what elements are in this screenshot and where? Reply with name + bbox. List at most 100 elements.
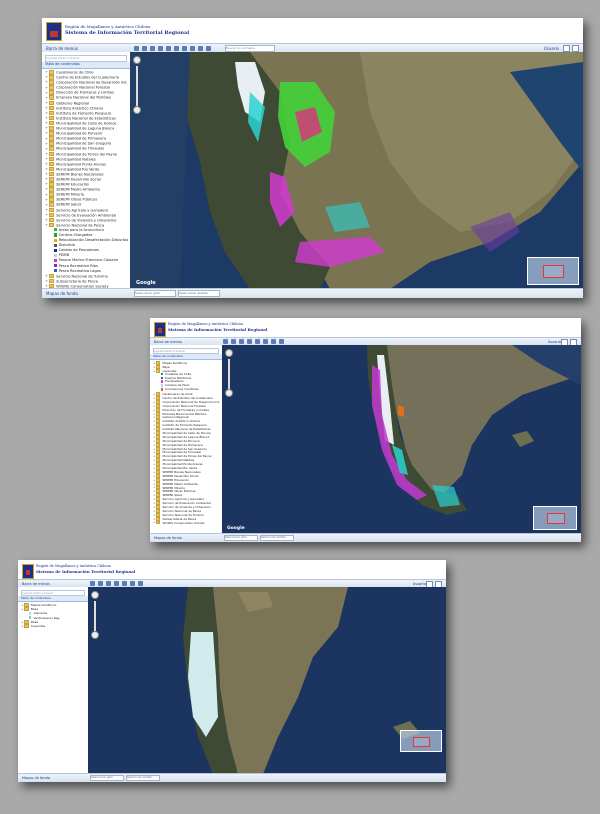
overview-map[interactable] [527,257,579,285]
folder-icon [48,222,55,228]
screenshot-2: Región de Magallanes y Antártica Chilena… [150,318,581,542]
layer-label: Instituto Antártico Chileno [56,105,104,110]
folder-icon [48,131,55,136]
tab-table-of-contents[interactable]: Tabla de contenidos [150,354,222,360]
screenshot-1: Región de Magallanes y Antártica Chilena… [42,18,583,298]
layer-tree-item[interactable]: + Wildlife Conservation Society [150,520,222,525]
basemap-select[interactable]: Seleccionar gobi [224,535,258,541]
home-icon[interactable] [279,339,284,344]
tab-table-of-contents[interactable]: Tabla de contenidos [18,596,88,602]
pan-icon[interactable] [223,339,228,344]
layer-label: Concesiones marítimas [165,388,199,392]
measure-icon[interactable] [247,339,252,344]
screenshot-3: Región de Magallanes y Antártica Chilena… [18,560,446,782]
home-icon[interactable] [138,581,143,586]
tab-table-of-contents[interactable]: Tabla de contenidos [42,62,130,69]
layer-swatch-icon [28,616,32,619]
overview-extent[interactable] [546,513,565,525]
folder-icon [48,95,55,101]
panel-title: Barra de menús [22,582,50,586]
tool-buttons [223,339,284,344]
measure-icon[interactable] [158,46,163,51]
print-icon[interactable] [174,46,179,51]
zoom-in-icon[interactable] [231,339,236,344]
extent-select[interactable]: Seleccionar ámbito [178,290,220,297]
zoom-slider[interactable] [94,601,96,631]
layer-label: SEREMI Salud [56,202,81,207]
layer-search-input[interactable]: Ingrese texto a buscar [45,55,127,62]
layer-label: Municipalidad de Porvenir [56,131,103,136]
select-icon[interactable] [190,46,195,51]
folder-icon [155,520,161,525]
zoom-in-icon[interactable] [98,581,103,586]
user-menu[interactable]: Usuario [413,582,426,586]
extent-select[interactable]: Seleccionar ámbito [126,775,160,781]
layer-label: Caletas de Pescadores [58,248,100,253]
pan-icon[interactable] [134,46,139,51]
overview-extent[interactable] [413,736,431,747]
layer-tree-item[interactable]: + Leyendas [18,623,88,629]
zoom-slider[interactable] [136,66,138,106]
zoom-out-button[interactable] [225,389,233,397]
overview-map[interactable] [533,506,577,530]
folder-icon [48,166,55,172]
layer-swatch-icon [160,384,164,387]
print-icon[interactable] [263,339,268,344]
basemap-select[interactable]: Seleccionar gobi [90,775,124,781]
measure-icon[interactable] [114,581,119,586]
maximize-icon[interactable] [572,45,579,52]
zoom-out-button[interactable] [91,631,99,639]
folder-icon [48,182,55,187]
layer-label: Áreas para la Acuicultura [58,227,104,232]
app-header: Región de Magallanes y Antártica Chilena… [42,18,583,42]
folder-icon [48,217,55,223]
layer-swatch-icon [53,238,57,242]
basemap-label: Mapas de fondo [154,536,182,540]
layer-label: Municipalidad de Laguna Blanca [56,126,115,131]
map-view[interactable]: Google [130,52,583,289]
draw-icon[interactable] [182,46,187,51]
zoom-out-button[interactable] [133,106,141,114]
zoom-control[interactable] [133,56,141,114]
layer-label: SEREMI Medio Ambiente [56,187,101,192]
info-icon[interactable] [122,581,127,586]
zoom-out-icon[interactable] [150,46,155,51]
zoom-in-button[interactable] [225,349,233,357]
user-menu[interactable]: Usuario [548,340,561,344]
overview-map[interactable] [400,730,442,752]
zoom-out-icon[interactable] [106,581,111,586]
info-icon[interactable] [255,339,260,344]
map-view[interactable] [88,587,446,774]
layer-label: Centro de Estudios del Cuaternario [56,75,120,80]
basemap-select[interactable]: Seleccionar gobi [134,290,176,297]
folder-icon [48,75,55,80]
status-bar: Mapas de fondo Seleccionar gobi Seleccio… [150,533,581,542]
layer-label: Servicio Agrícola y Ganadero [56,207,109,212]
zoom-in-icon[interactable] [142,46,147,51]
zoom-in-button[interactable] [133,56,141,64]
map-imagery [222,345,581,534]
zoom-in-button[interactable] [91,591,99,599]
layer-label: Dirección de Fronteras y Límites [56,90,114,95]
layers-panel: Ingrese texto a buscar Tabla de contenid… [18,587,89,774]
export-icon[interactable] [198,46,203,51]
layer-label: Municipalidad de Torres del Payne [56,151,118,156]
overview-extent[interactable] [543,265,564,279]
info-icon[interactable] [166,46,171,51]
draw-icon[interactable] [271,339,276,344]
home-icon[interactable] [206,46,211,51]
zoom-control[interactable] [91,591,99,639]
pan-icon[interactable] [90,581,95,586]
minimize-icon[interactable] [563,45,570,52]
zoom-control[interactable] [225,349,233,397]
zoom-out-icon[interactable] [239,339,244,344]
zoom-slider[interactable] [228,359,230,389]
layer-label: Municipalidad de Primavera [56,136,107,141]
extent-select[interactable]: Seleccionar ámbito [260,535,294,541]
layers-panel: Ingrese texto a buscar Tabla de contenid… [42,52,131,289]
user-menu[interactable]: Usuario [544,46,559,51]
map-view[interactable]: Google [222,345,581,534]
folder-icon [48,115,55,121]
print-icon[interactable] [130,581,135,586]
map-search-input[interactable]: Buscar en el mapa... [225,45,275,52]
